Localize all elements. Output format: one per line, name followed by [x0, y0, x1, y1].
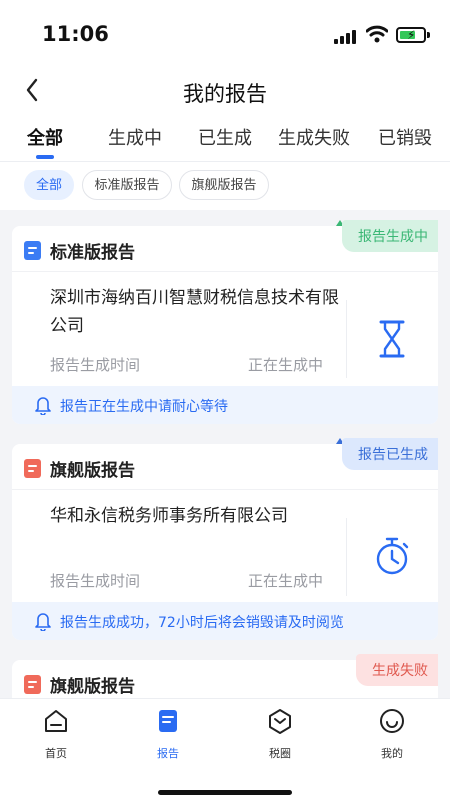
status-tabs: 全部 生成中 已生成 生成失败 已销毁 [0, 120, 450, 162]
bell-icon [35, 397, 51, 415]
tab-all[interactable]: 全部 [27, 124, 63, 150]
signal-icon [334, 28, 358, 44]
bell-icon [35, 613, 51, 631]
nav-circle[interactable]: 税圈 [250, 707, 310, 761]
card-title: 标准版报告 [50, 243, 135, 263]
notice-text: 报告生成成功，72小时后将会销毁请及时阅览 [60, 615, 344, 631]
notice-bar: 报告生成成功，72小时后将会销毁请及时阅览 [12, 602, 438, 640]
tab-generated[interactable]: 已生成 [198, 124, 252, 150]
report-icon [159, 710, 177, 732]
notice-bar: 报告正在生成中请耐心等待 [12, 386, 438, 424]
report-card[interactable]: 标准版报告 报告生成中 深圳市海纳百川智慧财税信息技术有限公司 报告生成时间 正… [12, 220, 438, 424]
report-card[interactable]: 旗舰版报告 报告已生成 华和永信税务师事务所有限公司 报告生成时间 正在生成中 … [12, 438, 438, 640]
document-icon [24, 675, 41, 694]
tab-failed[interactable]: 生成失败 [278, 124, 350, 150]
stopwatch-icon [376, 537, 409, 575]
filter-flagship[interactable]: 旗舰版报告 [179, 170, 269, 200]
battery-cap [427, 32, 430, 38]
status-time: 11:06 [42, 22, 109, 46]
home-indicator [158, 790, 292, 795]
status-badge: 报告已生成 [342, 438, 438, 470]
card-title: 旗舰版报告 [50, 461, 135, 481]
nav-home[interactable]: 首页 [26, 707, 86, 761]
profile-icon [380, 709, 404, 733]
nav-label: 我的 [381, 747, 403, 760]
company-name: 华和永信税务师事务所有限公司 [50, 506, 288, 526]
company-name: 深圳市海纳百川智慧财税信息技术有限公司 [50, 288, 339, 336]
notice-text: 报告正在生成中请耐心等待 [60, 399, 228, 415]
battery-icon: ⚡ [396, 27, 426, 43]
nav-label: 报告 [157, 747, 179, 760]
document-icon [24, 459, 41, 478]
status-badge: 生成失败 [356, 654, 438, 686]
status-bar: 11:06 ⚡ [0, 0, 450, 64]
time-value: 正在生成中 [247, 572, 323, 590]
document-icon [24, 241, 41, 260]
page-title: 我的报告 [183, 82, 267, 106]
time-value: 正在生成中 [247, 356, 323, 374]
home-icon [45, 710, 67, 732]
vertical-divider [346, 300, 347, 378]
wifi-icon [366, 25, 388, 43]
header: 我的报告 [0, 64, 450, 120]
filter-all[interactable]: 全部 [24, 170, 74, 200]
bottom-nav: 首页 报告 税圈 我的 [0, 698, 450, 800]
nav-label: 税圈 [269, 747, 291, 760]
card-title: 旗舰版报告 [50, 677, 135, 697]
time-label: 报告生成时间 [50, 356, 141, 374]
filter-standard[interactable]: 标准版报告 [82, 170, 172, 200]
tab-destroyed[interactable]: 已销毁 [378, 124, 432, 150]
filter-bar: 全部 标准版报告 旗舰版报告 [0, 162, 450, 210]
nav-report[interactable]: 报告 [138, 707, 198, 761]
time-label: 报告生成时间 [50, 572, 141, 590]
circle-icon [269, 709, 291, 734]
tab-underline [36, 155, 54, 159]
tab-generating[interactable]: 生成中 [108, 124, 162, 150]
vertical-divider [346, 518, 347, 596]
hourglass-icon [379, 320, 405, 358]
nav-label: 首页 [45, 747, 67, 760]
nav-profile[interactable]: 我的 [362, 707, 422, 761]
status-badge: 报告生成中 [342, 220, 438, 252]
